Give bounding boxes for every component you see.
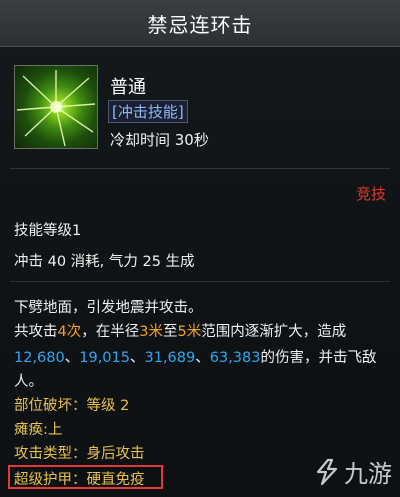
- text-fragment: 的伤害，并击飞敌: [260, 350, 377, 366]
- title-bar: 禁忌连环击: [0, 0, 400, 47]
- radius-max: 5米: [177, 324, 202, 340]
- watermark-text: 九游: [344, 460, 392, 488]
- effect-value: 等级 2: [86, 398, 130, 414]
- hit-count: 4次: [57, 324, 82, 340]
- skill-cost: 冲击 40 消耗, 气力 25 生成: [14, 254, 195, 270]
- skill-level: 技能等级1: [14, 223, 82, 239]
- effect-value: 上: [47, 422, 63, 438]
- cooldown-text: 冷却时间 30秒: [110, 131, 209, 149]
- damage-value: 31,689: [144, 350, 196, 366]
- damage-value: 63,383: [209, 350, 261, 366]
- divider: [10, 168, 390, 169]
- watermark-logo-icon: [316, 458, 338, 485]
- skill-type-tag: [冲击技能]: [108, 100, 188, 123]
- pvp-badge: 竞技: [355, 185, 386, 203]
- attack-type-row: 攻击类型：身后攻击: [14, 442, 145, 463]
- effect-label: 超级护甲：: [14, 472, 87, 488]
- radius-min: 3米: [139, 324, 163, 340]
- description-line: 12,680、19,015、31,689、63,383的伤害，并击飞敌: [14, 346, 377, 367]
- paralysis-row: 瘫痪:上: [14, 418, 62, 439]
- skill-grade: 普通: [110, 77, 146, 98]
- effect-label: 攻击类型：: [14, 446, 87, 462]
- damage-value: 12,680: [14, 350, 65, 366]
- skill-tooltip-panel: 禁忌连环击 普通 [冲击技能] 冷却时间 30秒 竞技 技能等级1 冲击 40 …: [0, 0, 400, 497]
- effect-value: 硬直免疫: [86, 472, 145, 488]
- separator: 、: [195, 350, 210, 366]
- super-armor-row: 超级护甲：硬直免疫: [14, 468, 145, 489]
- skill-icon: [14, 65, 98, 149]
- text-fragment: 范围内逐渐扩大，造成: [201, 324, 347, 340]
- watermark: 九游: [314, 454, 392, 489]
- separator: 、: [130, 350, 145, 366]
- description-line: 下劈地面，引发地震并攻击。: [14, 300, 203, 316]
- divider: [10, 281, 390, 282]
- effect-label: 瘫痪:: [14, 422, 48, 438]
- effect-value: 身后攻击: [86, 446, 145, 462]
- skill-title: 禁忌连环击: [147, 12, 253, 37]
- damage-value: 19,015: [79, 350, 130, 366]
- description-line: 人。: [14, 374, 43, 390]
- effect-label: 部位破坏：: [14, 398, 87, 414]
- description-line: 共攻击4次，在半径3米至5米范围内逐渐扩大，造成: [14, 320, 346, 341]
- separator: 、: [64, 350, 80, 366]
- text-fragment: 至: [162, 324, 178, 340]
- text-fragment: 共攻击: [14, 324, 58, 340]
- text-fragment: ，在半径: [81, 324, 140, 340]
- part-break-row: 部位破坏：等级 2: [14, 394, 129, 415]
